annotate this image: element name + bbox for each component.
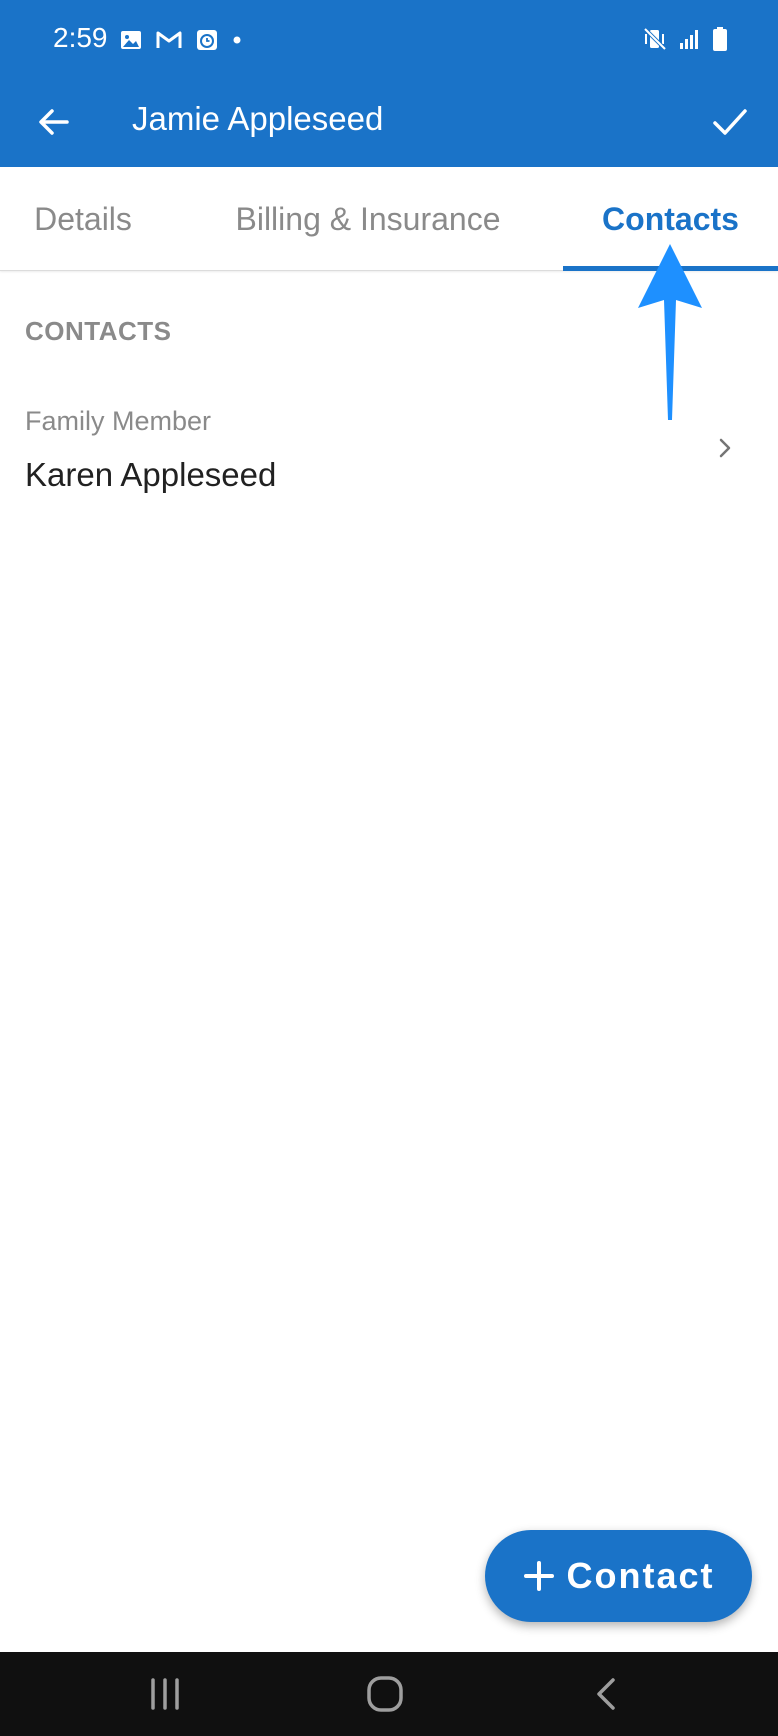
system-nav-bar bbox=[0, 1652, 778, 1736]
add-contact-label: Contact bbox=[566, 1555, 715, 1596]
gmail-icon bbox=[156, 31, 182, 48]
arrow-left-icon bbox=[39, 109, 69, 135]
check-icon bbox=[713, 109, 747, 135]
nav-back-button[interactable] bbox=[576, 1669, 636, 1719]
chevron-right-icon bbox=[719, 438, 731, 458]
dot-icon bbox=[233, 36, 241, 44]
app-bar: Jamie Appleseed bbox=[0, 78, 778, 167]
nav-home-button[interactable] bbox=[355, 1669, 415, 1719]
plus-icon bbox=[523, 1561, 554, 1591]
image-icon bbox=[121, 31, 141, 49]
add-contact-button[interactable]: Contact bbox=[485, 1530, 752, 1622]
status-time: 2:59 bbox=[53, 22, 108, 53]
tab-billing-insurance[interactable]: Billing & Insurance bbox=[200, 167, 536, 271]
recents-icon bbox=[151, 1678, 179, 1710]
status-bar: 2:59 bbox=[0, 0, 778, 78]
save-button[interactable] bbox=[704, 96, 756, 148]
status-system-icons bbox=[642, 24, 728, 54]
annotation-arrow-icon bbox=[638, 244, 702, 420]
nav-recents-button[interactable] bbox=[135, 1669, 195, 1719]
vibrate-mute-icon bbox=[643, 27, 667, 51]
contact-relation: Family Member bbox=[25, 406, 212, 436]
section-header-contacts: CONTACTS bbox=[25, 316, 172, 346]
contact-name: Karen Appleseed bbox=[25, 456, 277, 493]
signal-icon bbox=[680, 30, 698, 49]
clock-app-icon bbox=[197, 30, 217, 50]
back-icon bbox=[597, 1678, 615, 1710]
page-title: Jamie Appleseed bbox=[132, 100, 384, 137]
screen: 2:59 Jamie Appleseed Details Billing & I… bbox=[0, 0, 778, 1736]
status-notification-icons bbox=[120, 26, 242, 54]
battery-icon bbox=[713, 27, 727, 51]
tab-details[interactable]: Details bbox=[0, 167, 166, 271]
home-icon bbox=[367, 1676, 403, 1712]
back-button[interactable] bbox=[28, 96, 80, 148]
